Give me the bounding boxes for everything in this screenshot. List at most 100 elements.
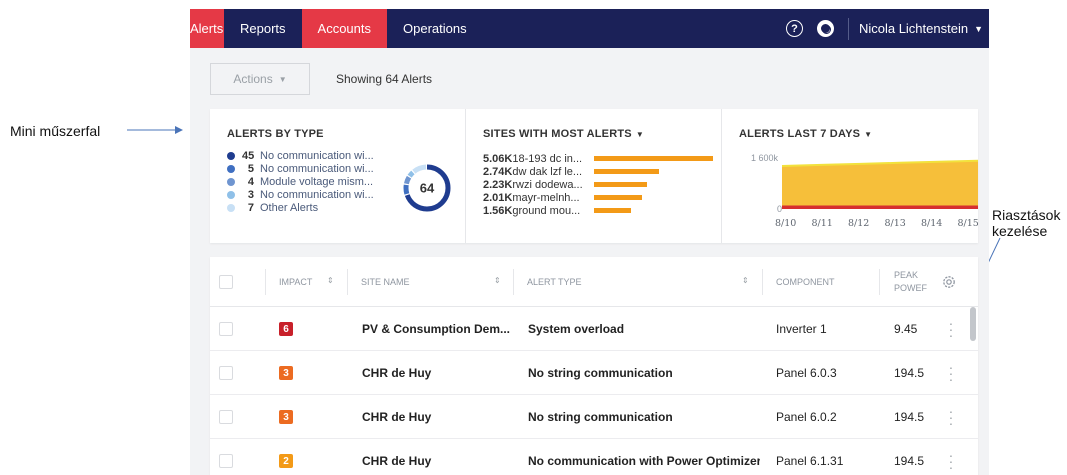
user-menu-name[interactable]: Nicola Lichtenstein	[859, 21, 968, 36]
annotation-line-1: Riasztások	[992, 207, 1061, 223]
alert-type-count: 3	[247, 188, 254, 201]
tab-reports[interactable]: Reports	[224, 9, 302, 48]
actions-label: Actions	[233, 72, 273, 86]
alert-type-cell[interactable]: No string communication	[528, 395, 760, 439]
table-body: 6 PV & Consumption Dem... System overload I…	[210, 307, 978, 475]
mini-dashboard: ALERTS BY TYPE 45 No communication wi... 5…	[210, 109, 978, 243]
site-item[interactable]: 2.74K dw dak lzf le...	[483, 165, 713, 178]
impact-cell: 3	[279, 351, 293, 395]
alerts-donut-chart[interactable]: 64	[402, 163, 452, 213]
alert-type-item[interactable]: 3 No communication wi...	[227, 188, 374, 201]
site-name-cell[interactable]: CHR de Huy	[362, 395, 510, 439]
x-tick-label: 8/14	[921, 218, 942, 229]
alerts-7-days-panel: ALERTS LAST 7 DAYS ▼ 1 600k 0 8/10 8/11 8/1…	[722, 109, 978, 243]
component-cell: Inverter 1	[776, 322, 827, 336]
alert-type-count: 5	[247, 162, 254, 175]
site-bar	[594, 182, 647, 187]
alert-type-item[interactable]: 4 Module voltage mism...	[227, 175, 374, 188]
site-name: 18-193 dc in...	[512, 152, 583, 165]
caret-down-icon[interactable]: ▼	[974, 24, 983, 34]
table-row[interactable]: 3 CHR de Huy No string communication Panel …	[210, 395, 978, 439]
site-item[interactable]: 5.06K 18-193 dc in...	[483, 152, 714, 165]
top-navigation-bar: Alerts Reports Accounts Operations ? Nic…	[190, 9, 989, 48]
caret-down-icon: ▼	[635, 130, 644, 139]
tab-alerts[interactable]: Alerts	[190, 9, 224, 48]
th-component[interactable]: COMPONENT	[776, 257, 835, 307]
row-menu-icon[interactable]: · · ·	[947, 404, 955, 430]
row-checkbox[interactable]	[219, 322, 233, 336]
alert-type-item[interactable]: 45 No communication wi...	[227, 149, 374, 162]
table-row[interactable]: 2 CHR de Huy No communication with Power O…	[210, 439, 978, 475]
table-settings-gear-icon[interactable]	[941, 274, 957, 290]
area-series	[782, 160, 978, 209]
alert-type-label: No communication wi...	[260, 162, 374, 175]
row-checkbox[interactable]	[219, 366, 233, 380]
row-checkbox[interactable]	[219, 454, 233, 468]
site-item[interactable]: 2.23K rwzi dodewa...	[483, 178, 713, 191]
peak-power-cell: 194.5	[894, 454, 925, 468]
th-impact[interactable]: IMPACT	[279, 257, 312, 307]
column-separator	[879, 269, 880, 295]
row-menu-icon[interactable]: · · ·	[947, 316, 955, 342]
site-name: dw dak lzf le...	[512, 165, 583, 178]
row-menu-icon[interactable]: · · ·	[947, 448, 955, 474]
tab-operations[interactable]: Operations	[387, 9, 483, 48]
alerts-table: IMPACT ⇕ SITE NAME ⇕ ALERT TYPE ⇕ COMPON…	[210, 257, 978, 475]
th-peak-line1: PEAK	[894, 270, 919, 280]
annotation-alert-management: Riasztások kezelése	[992, 207, 1060, 239]
tab-accounts[interactable]: Accounts	[301, 9, 388, 48]
actions-dropdown-button[interactable]: Actions ▼	[210, 63, 310, 95]
area-series	[782, 205, 978, 209]
legend-dot	[227, 203, 235, 212]
question-circle-icon[interactable]: ?	[785, 20, 803, 37]
select-all-checkbox[interactable]	[219, 275, 233, 289]
sort-icon[interactable]: ⇕	[494, 276, 501, 285]
site-item[interactable]: 2.01K mayr-melnh...	[483, 191, 713, 204]
alert-type-item[interactable]: 5 No communication wi...	[227, 162, 374, 175]
site-name-cell[interactable]: CHR de Huy	[362, 439, 510, 475]
alert-type-cell[interactable]: System overload	[528, 307, 760, 351]
lifebuoy-icon[interactable]	[816, 20, 834, 37]
y-tick-bottom: 0	[777, 204, 782, 214]
alerts-by-type-panel: ALERTS BY TYPE 45 No communication wi... 5…	[210, 109, 466, 243]
th-alert-type[interactable]: ALERT TYPE	[527, 257, 582, 307]
impact-cell: 6	[279, 307, 293, 351]
th-site-name[interactable]: SITE NAME	[361, 257, 410, 307]
site-bar	[594, 156, 714, 161]
alert-type-item[interactable]: 7 Other Alerts	[227, 201, 374, 214]
app-window: Alerts Reports Accounts Operations ? Nic…	[190, 9, 989, 475]
impact-cell: 3	[279, 395, 293, 439]
topbar-right: ? Nicola Lichtenstein ▼	[785, 9, 989, 48]
sort-icon[interactable]: ⇕	[742, 276, 749, 285]
sites-most-alerts-title[interactable]: SITES WITH MOST ALERTS ▼	[483, 128, 644, 140]
impact-badge: 6	[279, 322, 293, 336]
toolbar: Actions ▼ Showing 64 Alerts	[210, 63, 432, 95]
y-tick-top: 1 600k	[751, 153, 779, 163]
site-name-cell[interactable]: CHR de Huy	[362, 351, 510, 395]
legend-dot	[227, 177, 235, 186]
alert-type-cell[interactable]: No string communication	[528, 351, 760, 395]
legend-dot	[227, 164, 235, 173]
sort-icon[interactable]: ⇕	[327, 276, 334, 285]
impact-badge: 3	[279, 410, 293, 424]
site-bar	[594, 195, 642, 200]
x-tick-label: 8/11	[812, 218, 833, 229]
site-alert-value: 2.23K	[483, 178, 513, 191]
alert-type-label: Other Alerts	[260, 201, 319, 214]
alert-type-cell[interactable]: No communication with Power Optimizer	[528, 439, 760, 475]
peak-power-cell: 194.5	[894, 366, 925, 380]
site-name: mayr-melnh...	[512, 191, 580, 204]
legend-dot	[227, 151, 235, 160]
alert-type-count: 7	[247, 201, 254, 214]
table-row[interactable]: 3 CHR de Huy No string communication Panel …	[210, 351, 978, 395]
table-row[interactable]: 6 PV & Consumption Dem... System overload I…	[210, 307, 978, 351]
row-menu-icon[interactable]: · · ·	[947, 360, 955, 386]
alert-type-count: 4	[247, 175, 254, 188]
row-checkbox[interactable]	[219, 410, 233, 424]
site-name-cell[interactable]: PV & Consumption Dem...	[362, 307, 510, 351]
site-item[interactable]: 1.56K ground mou...	[483, 204, 713, 217]
component-cell: Panel 6.1.31	[776, 454, 844, 468]
x-tick-label: 8/12	[848, 218, 869, 229]
table-scrollbar[interactable]	[970, 307, 976, 341]
th-peak-power[interactable]: PEAK POWEF	[894, 257, 927, 307]
